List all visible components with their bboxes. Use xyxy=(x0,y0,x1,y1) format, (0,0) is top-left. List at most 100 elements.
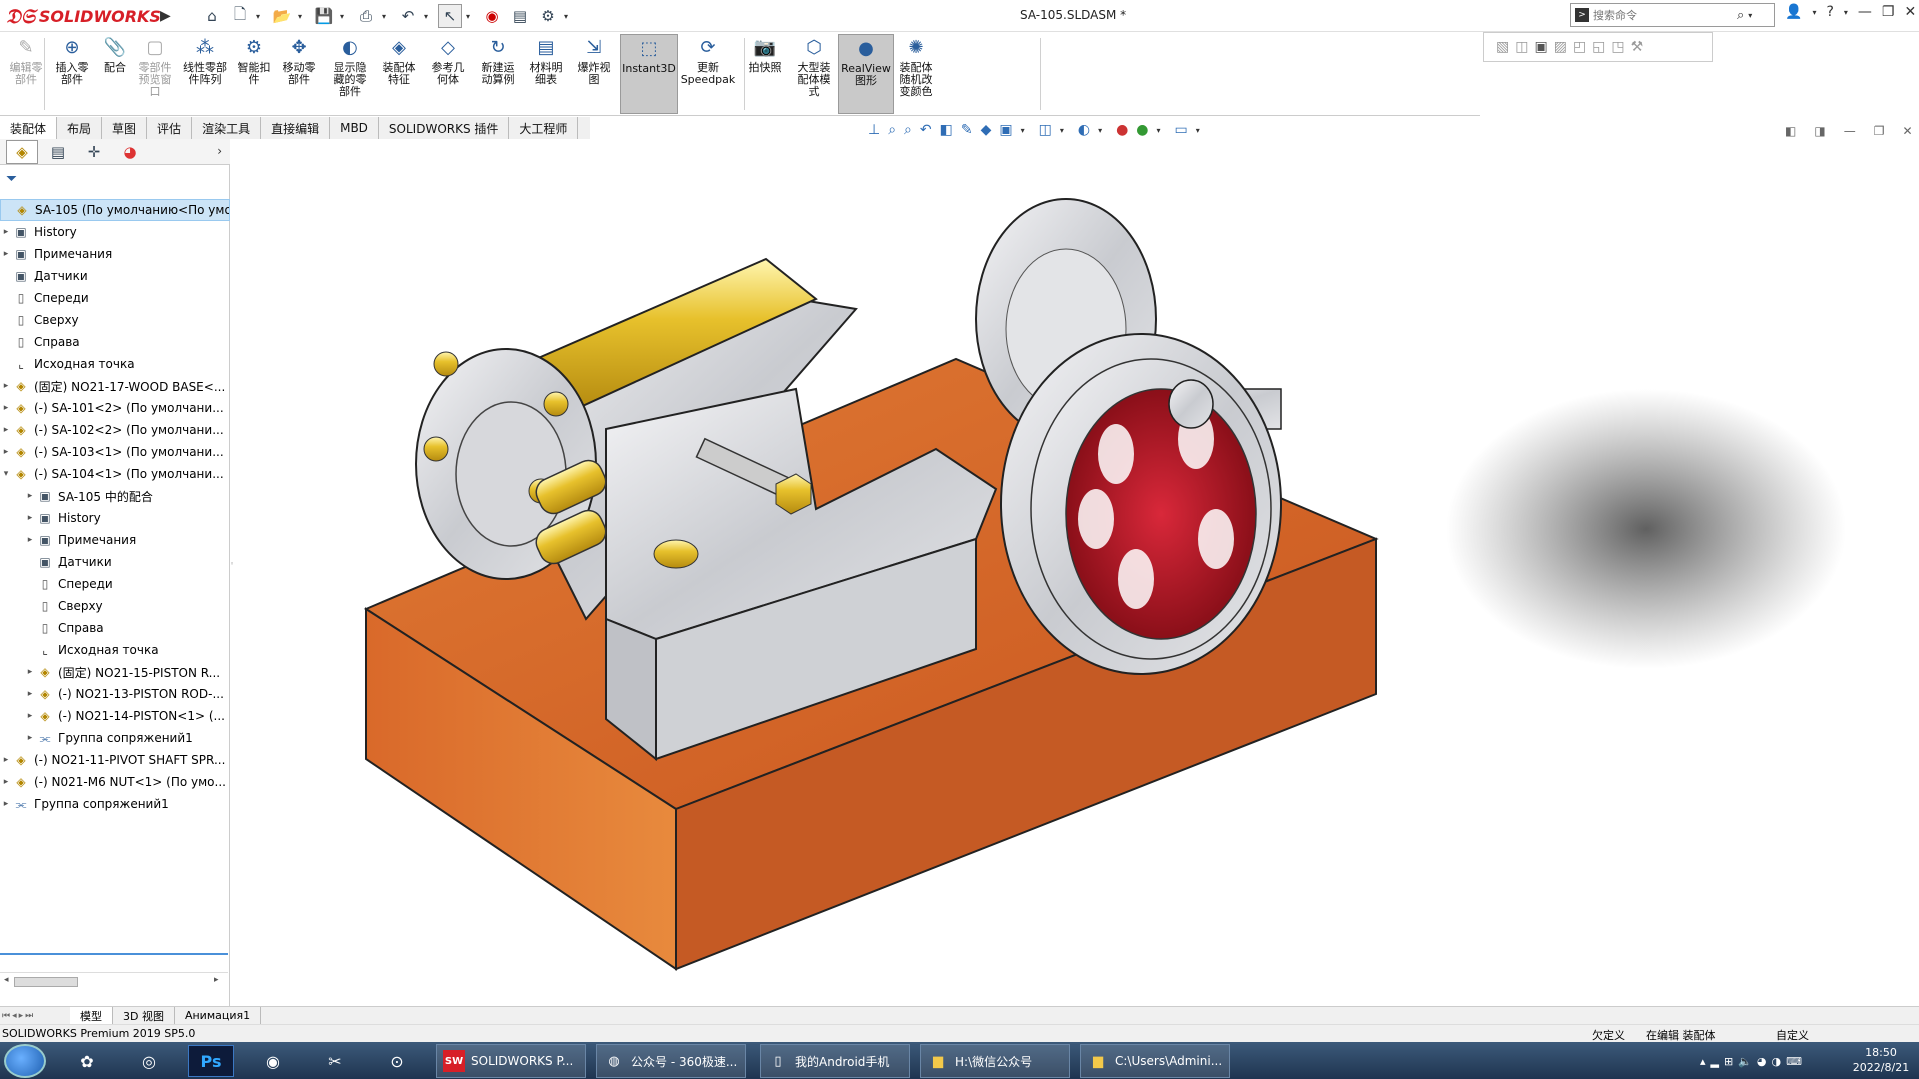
monitor-icon[interactable]: ▭ xyxy=(1175,122,1188,138)
sketch-tool-icon[interactable]: ▣ xyxy=(1534,39,1547,55)
status-units[interactable]: 自定义 xyxy=(1776,1027,1809,1043)
sketch-tool-icon[interactable]: ◰ xyxy=(1573,39,1586,55)
keyboard-icon[interactable]: ⌨ xyxy=(1786,1055,1802,1068)
chevron-down-icon[interactable]: ▾ xyxy=(1098,126,1108,135)
solidworks-logo[interactable]: 𝔇𝔖 SOLIDWORKS xyxy=(6,3,161,29)
undo-icon[interactable]: ↶ xyxy=(396,4,420,28)
tab-2[interactable]: 草图 xyxy=(102,117,148,139)
expand-toggle-icon[interactable]: ▸ xyxy=(24,491,36,501)
expand-toggle-icon[interactable]: ▸ xyxy=(0,227,12,237)
zoom-to-fit-icon[interactable]: ⌕ xyxy=(888,122,896,138)
sketch-tool-icon[interactable]: ◫ xyxy=(1515,39,1528,55)
zoom-to-area-icon[interactable]: ⌕ xyxy=(904,122,912,138)
scroll-right-icon[interactable]: ▸ xyxy=(214,975,219,985)
ribbon-button-show-hidden[interactable]: ◐ 显示隐 藏的零 部件 xyxy=(326,34,374,114)
chevron-down-icon[interactable]: ▾ xyxy=(1748,11,1758,20)
select-arrow-icon[interactable]: ↖ xyxy=(438,4,462,28)
search-icon[interactable]: ⌕ xyxy=(1737,8,1744,23)
ribbon-button-exploded-view[interactable]: ⇲ 爆炸视 图 xyxy=(570,34,618,114)
ribbon-button-edit-component[interactable]: ✎ 编辑零 部件 xyxy=(4,34,48,114)
view-settings-icon[interactable]: ● xyxy=(1136,122,1148,138)
pinned-app-icon[interactable]: ✿ xyxy=(64,1045,110,1077)
hide-show-items-icon[interactable]: ◫ xyxy=(1039,122,1052,138)
close-icon[interactable]: ✕ xyxy=(1902,124,1912,138)
pinned-app-icon[interactable]: ◉ xyxy=(250,1045,296,1077)
print-icon[interactable]: ⎙ xyxy=(354,4,378,28)
chevron-down-icon[interactable]: ▾ xyxy=(564,12,574,21)
expand-toggle-icon[interactable]: ▸ xyxy=(0,425,12,435)
minimize-icon[interactable]: — xyxy=(1858,4,1872,20)
chevron-down-icon[interactable]: ▾ xyxy=(382,12,392,21)
tree-item[interactable]: ▸ ◈ (-) SA-101<2> (По умолчани... xyxy=(0,397,230,419)
tree-item[interactable]: ▸ ⫘ Группа сопряжений1 xyxy=(0,727,230,749)
network-icon[interactable]: ▂ xyxy=(1711,1055,1719,1068)
tree-item[interactable]: ▸ ◈ (-) N021-M6 NUT<1> (По умо... xyxy=(0,771,230,793)
model-tab-2[interactable]: Анимация1 xyxy=(175,1007,262,1024)
tree-item[interactable]: ▸ ◈ (-) NO21-13-PISTON ROD-... xyxy=(0,683,230,705)
expand-toggle-icon[interactable]: ▸ xyxy=(0,777,12,787)
model-tab-0[interactable]: 模型 xyxy=(70,1007,113,1024)
next-tab-icon[interactable]: ▸ xyxy=(19,1011,24,1021)
chat-icon[interactable]: ◑ xyxy=(1772,1055,1782,1068)
axle-end[interactable] xyxy=(1168,379,1214,429)
rollback-bar[interactable] xyxy=(0,953,228,955)
ribbon-button-random-color[interactable]: ✺ 装配体 随机改 变颜色 xyxy=(890,34,942,114)
chevron-down-icon[interactable]: ▾ xyxy=(1812,8,1816,17)
expand-toggle-icon[interactable]: ▾ xyxy=(0,469,12,479)
scroll-left-icon[interactable]: ◂ xyxy=(4,975,9,985)
ribbon-button-insert-component[interactable]: ⊕ 插入零 部件 xyxy=(48,34,96,114)
file-properties-icon[interactable]: ▤ xyxy=(508,4,532,28)
tree-item[interactable]: ▸ ▣ History xyxy=(0,507,230,529)
tree-item[interactable]: ▾ ◈ (-) SA-104<1> (По умолчани... xyxy=(0,463,230,485)
chevron-down-icon[interactable]: ▾ xyxy=(1196,126,1206,135)
tree-item[interactable]: ▸ ◈ (-) SA-102<2> (По умолчани... xyxy=(0,419,230,441)
close-icon[interactable]: ✕ xyxy=(1904,4,1916,20)
ribbon-button-realview[interactable]: ● RealView 图形 xyxy=(838,34,894,114)
model-tab-1[interactable]: 3D 视图 xyxy=(113,1007,175,1024)
expand-toggle-icon[interactable]: ▸ xyxy=(0,249,12,259)
sketch-tool-icon[interactable]: ▧ xyxy=(1496,39,1509,55)
ribbon-button-mate[interactable]: 📎 配合 xyxy=(96,34,134,114)
chevron-right-icon[interactable]: › xyxy=(217,144,222,158)
tree-item[interactable]: ▯ Спереди xyxy=(0,573,230,595)
property-manager-tab-icon[interactable]: ▤ xyxy=(42,140,74,164)
pinned-browser-icon[interactable]: ◎ xyxy=(126,1045,172,1077)
expand-toggle-icon[interactable]: ▸ xyxy=(24,733,36,743)
tree-item[interactable]: ▣ Датчики xyxy=(0,265,230,287)
stirling-engine-model[interactable] xyxy=(236,139,1919,1006)
tree-item[interactable]: ▯ Сверху xyxy=(0,309,230,331)
sketch-tool-icon[interactable]: ⚒ xyxy=(1631,39,1644,55)
traffic-light-icon[interactable]: ◉ xyxy=(480,4,504,28)
tree-item[interactable]: ▸ ▣ History xyxy=(0,221,230,243)
taskbar-task[interactable]: SW SOLIDWORKS P... xyxy=(436,1044,586,1078)
gear-icon[interactable]: ⚙ xyxy=(536,4,560,28)
expand-toggle-icon[interactable]: ▸ xyxy=(0,755,12,765)
system-clock[interactable]: 18:50 2022/8/21 xyxy=(1850,1045,1912,1075)
restore-icon[interactable]: ❐ xyxy=(1882,4,1895,20)
ribbon-button-snapshot[interactable]: 📷 拍快照 xyxy=(742,34,788,114)
command-search[interactable]: > ⌕ ▾ xyxy=(1570,3,1775,27)
expand-toggle-icon[interactable]: ▸ xyxy=(0,381,12,391)
apply-scene-icon[interactable]: ● xyxy=(1116,122,1128,138)
expand-toggle-icon[interactable]: ▸ xyxy=(24,513,36,523)
first-tab-icon[interactable]: ⏮ xyxy=(2,1011,10,1021)
tree-item[interactable]: ▸ ▣ Примечания xyxy=(0,529,230,551)
pinned-app-icon[interactable]: ✂ xyxy=(312,1045,358,1077)
ribbon-button-instant3d[interactable]: ⬚ Instant3D xyxy=(620,34,678,114)
save-icon[interactable]: 💾 xyxy=(312,4,336,28)
previous-tab-icon[interactable]: ◂ xyxy=(12,1011,17,1021)
home-icon[interactable]: ⌂ xyxy=(200,4,224,28)
volume-icon[interactable]: 🔈 xyxy=(1738,1055,1752,1068)
configuration-manager-tab-icon[interactable]: ✛ xyxy=(78,140,110,164)
open-icon[interactable]: 📂 xyxy=(270,4,294,28)
tree-item[interactable]: ▸ ◈ (-) NO21-11-PIVOT SHAFT SPR... xyxy=(0,749,230,771)
ribbon-button-large-assembly[interactable]: ⬡ 大型装 配体模 式 xyxy=(790,34,838,114)
last-tab-icon[interactable]: ⏭ xyxy=(25,1011,33,1021)
tray-expand-icon[interactable]: ▴ xyxy=(1700,1055,1706,1068)
tree-item[interactable]: ▯ Сверху xyxy=(0,595,230,617)
view-orientation-icon[interactable]: ◆ xyxy=(981,122,992,138)
restore-icon[interactable]: ❐ xyxy=(1874,124,1885,138)
ribbon-button-new-motion-study[interactable]: ↻ 新建运 动算例 xyxy=(474,34,522,114)
search-input[interactable] xyxy=(1593,8,1733,22)
photoshop-icon[interactable]: Ps xyxy=(188,1045,234,1077)
